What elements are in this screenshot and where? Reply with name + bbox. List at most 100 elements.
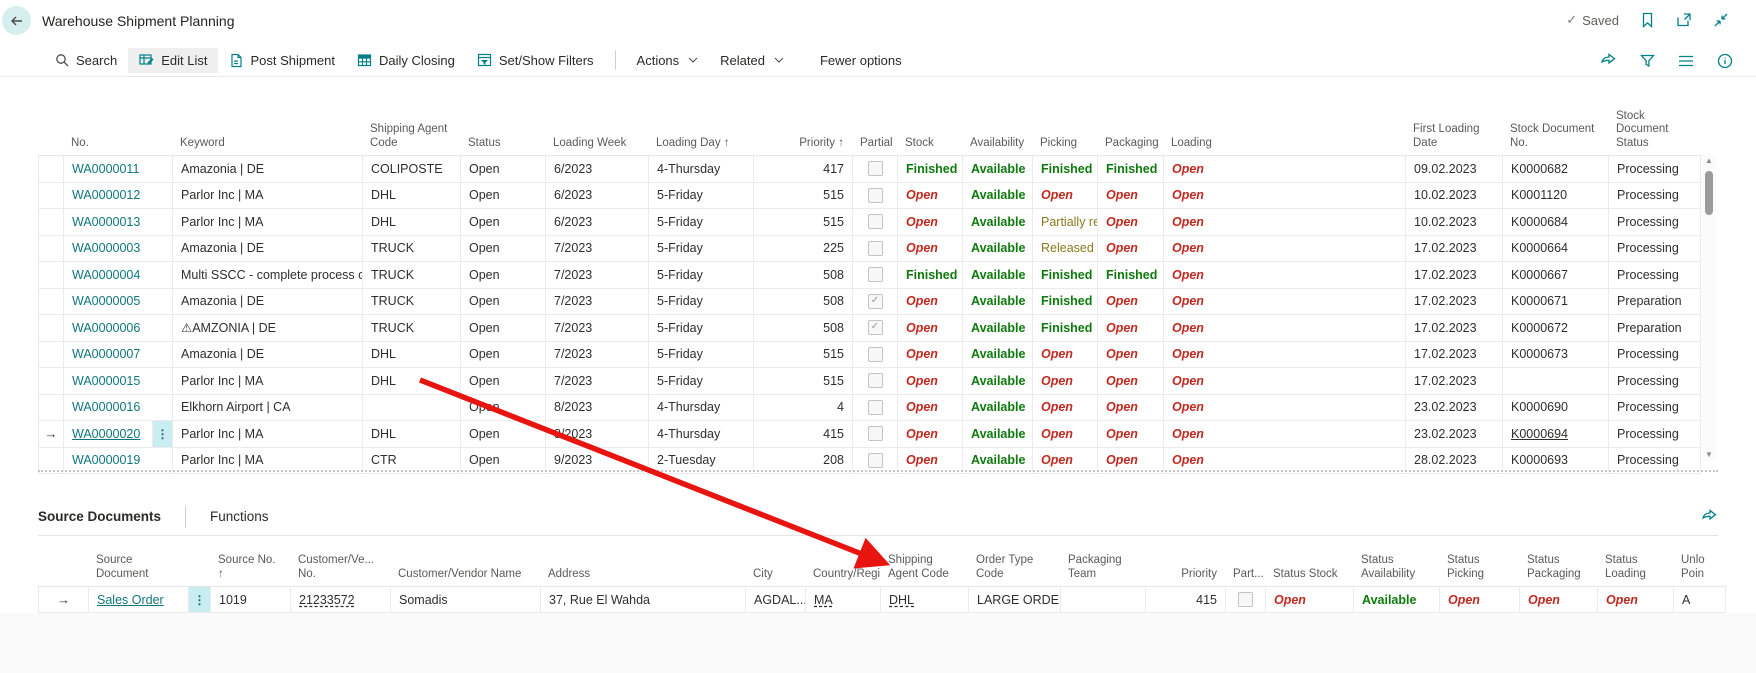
- column-header-address[interactable]: Address: [540, 568, 745, 587]
- checkbox-partial[interactable]: [868, 400, 883, 415]
- fewer-options-button[interactable]: Fewer options: [809, 48, 913, 73]
- daily-closing-button[interactable]: Daily Closing: [346, 48, 466, 73]
- column-header-doc_status[interactable]: Stock Document Status: [1608, 110, 1700, 156]
- column-header-agent[interactable]: Shipping Agent Code: [880, 554, 968, 586]
- actions-menu-button[interactable]: Actions: [626, 48, 710, 73]
- related-menu-button[interactable]: Related: [709, 48, 795, 73]
- cell-partial[interactable]: [853, 262, 898, 288]
- column-header-partial[interactable]: Partial: [852, 137, 897, 156]
- column-header-availability[interactable]: Availability: [962, 137, 1032, 156]
- column-header-status_loading[interactable]: Status Loading: [1597, 554, 1673, 586]
- cell-no[interactable]: WA0000016: [64, 395, 153, 421]
- cell-partial[interactable]: [853, 421, 898, 447]
- row-menu-icon[interactable]: ⋮: [153, 421, 172, 447]
- column-header-pack_team[interactable]: Packaging Team: [1060, 554, 1145, 586]
- vertical-scrollbar[interactable]: ▲ ▼: [1702, 155, 1716, 461]
- checkbox-partial[interactable]: [868, 373, 883, 388]
- tab-functions[interactable]: Functions: [210, 509, 269, 524]
- pane-splitter[interactable]: [38, 470, 1718, 472]
- scroll-up-icon[interactable]: ▲: [1702, 155, 1716, 167]
- column-header-agent[interactable]: Shipping Agent Code: [362, 123, 460, 155]
- table-row[interactable]: WA0000013Parlor Inc | MADHLOpen6/20235-F…: [38, 209, 1701, 236]
- cell-no[interactable]: WA0000011: [64, 156, 153, 182]
- column-header-loading[interactable]: Loading: [1163, 137, 1405, 156]
- column-header-keyword[interactable]: Keyword: [172, 137, 362, 156]
- back-button[interactable]: [2, 6, 31, 35]
- checkbox-partial[interactable]: ✓: [868, 294, 883, 309]
- checkbox-partial[interactable]: [868, 267, 883, 282]
- cell-partial[interactable]: ✓: [853, 315, 898, 341]
- cell-no[interactable]: WA0000004: [64, 262, 153, 288]
- table-row[interactable]: →WA0000020⋮Parlor Inc | MADHLOpen8/20234…: [38, 421, 1701, 448]
- checkbox-partial[interactable]: ✓: [868, 320, 883, 335]
- info-icon[interactable]: [1716, 52, 1734, 70]
- column-header-status[interactable]: Status: [460, 137, 545, 156]
- cell-partial[interactable]: [853, 395, 898, 421]
- cell-partial[interactable]: [853, 368, 898, 394]
- post-shipment-button[interactable]: Post Shipment: [218, 48, 346, 73]
- column-header-customer_name[interactable]: Customer/Vendor Name: [390, 568, 540, 587]
- checkbox-partial[interactable]: [868, 161, 883, 176]
- column-header-status_picking[interactable]: Status Picking: [1439, 554, 1519, 586]
- cell-part[interactable]: [1226, 587, 1266, 612]
- cell-partial[interactable]: [853, 209, 898, 235]
- checkbox-part[interactable]: [1238, 592, 1253, 607]
- choose-columns-icon[interactable]: [1677, 52, 1695, 70]
- column-header-customer_no[interactable]: Customer/Ve... No.: [290, 554, 390, 586]
- cell-no[interactable]: WA0000007: [64, 342, 153, 368]
- scroll-down-icon[interactable]: ▼: [1702, 449, 1716, 461]
- search-button[interactable]: Search: [44, 48, 128, 73]
- table-row[interactable]: WA0000004Multi SSCC - complete process c…: [38, 262, 1701, 289]
- cell-partial[interactable]: [853, 183, 898, 209]
- checkbox-partial[interactable]: [868, 214, 883, 229]
- cell-source_document[interactable]: Sales Order: [89, 587, 189, 612]
- table-row[interactable]: WA0000006⚠AMZONIA | DETRUCKOpen7/20235-F…: [38, 315, 1701, 342]
- column-header-part[interactable]: Part...: [1225, 568, 1265, 587]
- column-header-doc_no[interactable]: Stock Document No.: [1502, 123, 1608, 155]
- column-header-status_stock[interactable]: Status Stock: [1265, 568, 1353, 587]
- column-header-stock[interactable]: Stock: [897, 137, 962, 156]
- column-header-priority[interactable]: Priority ↑: [753, 137, 852, 156]
- table-row[interactable]: WA0000015Parlor Inc | MADHLOpen7/20235-F…: [38, 368, 1701, 395]
- column-header-picking[interactable]: Picking: [1032, 137, 1097, 156]
- checkbox-partial[interactable]: [868, 347, 883, 362]
- column-header-order_type[interactable]: Order Type Code: [968, 554, 1060, 586]
- checkbox-partial[interactable]: [868, 426, 883, 441]
- filter-icon[interactable]: [1638, 52, 1656, 70]
- row-menu-icon[interactable]: ⋮: [189, 587, 210, 612]
- cell-no[interactable]: WA0000003: [64, 236, 153, 262]
- column-header-status_packaging[interactable]: Status Packaging: [1519, 554, 1597, 586]
- table-row[interactable]: WA0000007Amazonia | DEDHLOpen7/20235-Fri…: [38, 342, 1701, 369]
- share-icon[interactable]: [1700, 507, 1718, 525]
- column-header-first_date[interactable]: First Loading Date: [1405, 123, 1502, 155]
- tab-source-documents[interactable]: Source Documents: [38, 509, 161, 524]
- bookmark-icon[interactable]: [1638, 11, 1656, 29]
- table-row[interactable]: WA0000005Amazonia | DETRUCKOpen7/20235-F…: [38, 289, 1701, 316]
- collapse-icon[interactable]: [1712, 11, 1730, 29]
- cell-partial[interactable]: [853, 236, 898, 262]
- column-header-day[interactable]: Loading Day ↑: [648, 137, 753, 156]
- cell-no[interactable]: WA0000006: [64, 315, 153, 341]
- cell-no[interactable]: WA0000020: [64, 421, 153, 447]
- column-header-source_no[interactable]: Source No. ↑: [210, 554, 290, 586]
- edit-list-button[interactable]: Edit List: [128, 48, 218, 73]
- column-header-country[interactable]: Country/Regi...: [805, 568, 880, 587]
- checkbox-partial[interactable]: [868, 453, 883, 468]
- table-row[interactable]: WA0000016Elkhorn Airport | CAOpen8/20234…: [38, 395, 1701, 422]
- share-icon[interactable]: [1599, 52, 1617, 70]
- checkbox-partial[interactable]: [868, 188, 883, 203]
- table-row[interactable]: →Sales Order⋮101921233572Somadis37, Rue …: [38, 587, 1726, 613]
- column-header-source_document[interactable]: Source Document: [88, 554, 188, 586]
- column-header-city[interactable]: City: [745, 568, 805, 587]
- cell-partial[interactable]: [853, 156, 898, 182]
- cell-no[interactable]: WA0000013: [64, 209, 153, 235]
- checkbox-partial[interactable]: [868, 241, 883, 256]
- cell-no[interactable]: WA0000005: [64, 289, 153, 315]
- set-show-filters-button[interactable]: Set/Show Filters: [466, 48, 605, 73]
- open-in-new-window-icon[interactable]: [1675, 11, 1693, 29]
- column-header-week[interactable]: Loading Week: [545, 137, 648, 156]
- table-row[interactable]: WA0000011Amazonia | DECOLIPOSTEOpen6/202…: [38, 156, 1701, 183]
- column-header-unload_point[interactable]: Unlo Poin: [1673, 554, 1725, 586]
- column-header-packaging[interactable]: Packaging: [1097, 137, 1163, 156]
- cell-no[interactable]: WA0000012: [64, 183, 153, 209]
